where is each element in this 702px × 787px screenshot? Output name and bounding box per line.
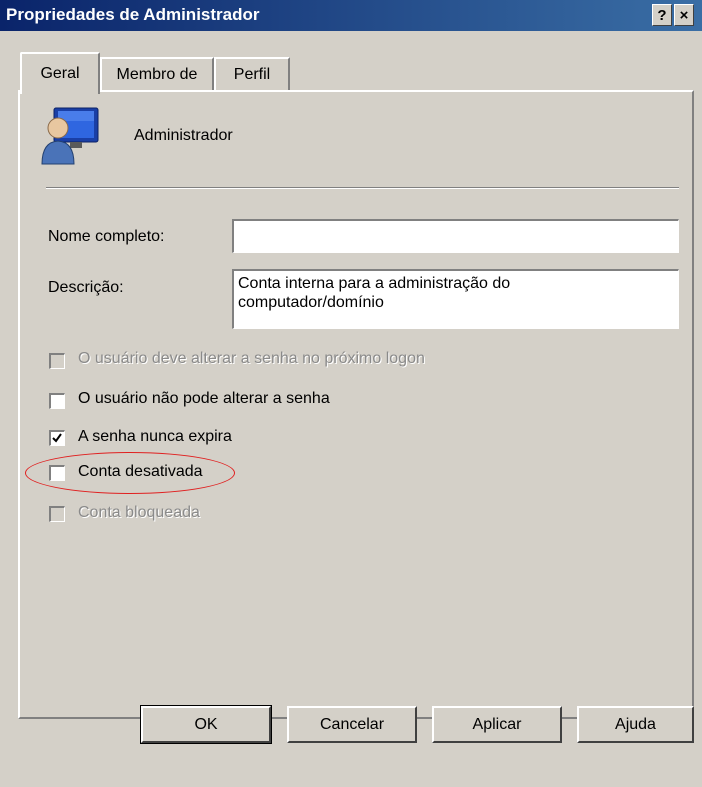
help-title-button[interactable]: ?	[652, 4, 672, 26]
description-label: Descrição:	[48, 279, 124, 296]
tab-membro-de[interactable]: Membro de	[100, 57, 214, 90]
account-locked-label: Conta bloqueada	[78, 504, 200, 521]
user-name: Administrador	[134, 127, 233, 144]
fullname-label: Nome completo:	[48, 228, 165, 245]
close-title-button[interactable]: ×	[674, 4, 694, 26]
password-never-expires-checkbox[interactable]	[49, 430, 65, 446]
account-locked-checkbox[interactable]	[49, 506, 65, 522]
fullname-input[interactable]	[232, 219, 679, 253]
cannot-change-password-checkbox[interactable]	[49, 393, 65, 409]
red-highlight-ellipse	[25, 452, 235, 494]
apply-button[interactable]: Aplicar	[432, 706, 562, 743]
help-button[interactable]: Ajuda	[577, 706, 694, 743]
must-change-password-label: O usuário deve alterar a senha no próxim…	[78, 350, 425, 367]
user-monitor-icon	[41, 107, 99, 165]
description-line-1: Conta interna para a administração do	[238, 275, 511, 292]
must-change-password-checkbox[interactable]	[49, 353, 65, 369]
cancel-button[interactable]: Cancelar	[287, 706, 417, 743]
cannot-change-password-label: O usuário não pode alterar a senha	[78, 390, 330, 407]
title-bar: Propriedades de Administrador ? ×	[0, 0, 702, 31]
checkmark-icon	[52, 433, 62, 443]
dialog-window: Geral Membro de Perfil	[0, 31, 702, 787]
password-never-expires-label: A senha nunca expira	[78, 428, 232, 445]
ok-button[interactable]: OK	[140, 705, 272, 744]
description-input[interactable]: Conta interna para a administração do co…	[232, 269, 679, 329]
window-title: Propriedades de Administrador	[6, 5, 260, 24]
tab-perfil[interactable]: Perfil	[214, 57, 290, 90]
tab-geral[interactable]: Geral	[20, 52, 100, 94]
description-line-2: computador/domínio	[238, 294, 384, 311]
